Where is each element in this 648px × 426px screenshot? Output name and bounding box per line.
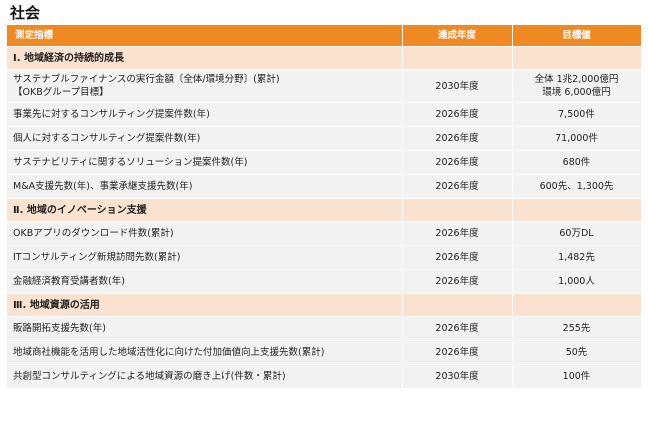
metric-target: 680件 <box>512 150 642 175</box>
metric-year: 2026年度 <box>402 102 513 127</box>
section-title: Ⅲ. 地域資源の活用 <box>7 293 403 317</box>
table-row: 共創型コンサルティングによる地域資源の磨き上げ(件数・累計) 2030年度 10… <box>7 364 642 389</box>
section-title: Ⅰ. 地域経済の持続的成長 <box>7 46 403 70</box>
metric-name: ITコンサルティング新規訪問先数(累計) <box>7 245 403 270</box>
metric-target-line2: 環境 6,000億円 <box>542 87 611 98</box>
metric-target: 1,482先 <box>512 245 642 270</box>
table-row: 販路開拓支援先数(年) 2026年度 255先 <box>7 316 642 341</box>
metric-name: 事業先に対するコンサルティング提案件数(年) <box>7 102 403 127</box>
page-title: 社会 <box>10 4 41 22</box>
metric-year: 2026年度 <box>402 269 513 294</box>
metric-year: 2026年度 <box>402 221 513 246</box>
section-header: Ⅱ. 地域のイノベーション支援 <box>7 198 642 222</box>
header-year: 達成年度 <box>402 25 513 47</box>
metric-year: 2026年度 <box>402 174 513 199</box>
metric-target: 50先 <box>512 340 642 365</box>
section-header: Ⅰ. 地域経済の持続的成長 <box>7 46 642 70</box>
metric-year: 2026年度 <box>402 316 513 341</box>
metric-year: 2026年度 <box>402 150 513 175</box>
metric-year: 2026年度 <box>402 126 513 151</box>
table-row: サステナブルファイナンスの実行金額〔全体/環境分野〕(累計) 【OKBグループ目… <box>7 69 642 103</box>
table-row: M&A支援先数(年)、事業承継支援先数(年) 2026年度 600先、1,300… <box>7 174 642 199</box>
metric-year: 2026年度 <box>402 245 513 270</box>
table-row: OKBアプリのダウンロード件数(累計) 2026年度 60万DL <box>7 221 642 246</box>
metric-name: 共創型コンサルティングによる地域資源の磨き上げ(件数・累計) <box>7 364 403 389</box>
section-header: Ⅲ. 地域資源の活用 <box>7 293 642 317</box>
metric-name: OKBアプリのダウンロード件数(累計) <box>7 221 403 246</box>
metric-target: 100件 <box>512 364 642 389</box>
header-target: 目標値 <box>512 25 642 47</box>
metric-name: 地域商社機能を活用した地域活性化に向けた付加価値向上支援先数(累計) <box>7 340 403 365</box>
metric-name: M&A支援先数(年)、事業承継支援先数(年) <box>7 174 403 199</box>
table-row: 金融経済教育受講者数(年) 2026年度 1,000人 <box>7 269 642 294</box>
header-metric: 測定指標 <box>7 25 403 47</box>
metric-name: サステナビリティに関するソリューション提案件数(年) <box>7 150 403 175</box>
metric-year: 2026年度 <box>402 340 513 365</box>
metric-name: 金融経済教育受講者数(年) <box>7 269 403 294</box>
metric-target: 7,500件 <box>512 102 642 127</box>
kpi-table: 測定指標 達成年度 目標値 Ⅰ. 地域経済の持続的成長 サステナブルファイナンス… <box>7 25 642 389</box>
metric-name-line2: 【OKBグループ目標】 <box>13 87 109 98</box>
table-row: 事業先に対するコンサルティング提案件数(年) 2026年度 7,500件 <box>7 102 642 127</box>
metric-target: 600先、1,300先 <box>512 174 642 199</box>
metric-target: 71,000件 <box>512 126 642 151</box>
metric-target: 255先 <box>512 316 642 341</box>
table-row: 個人に対するコンサルティング提案件数(年) 2026年度 71,000件 <box>7 126 642 151</box>
table-row: 地域商社機能を活用した地域活性化に向けた付加価値向上支援先数(累計) 2026年… <box>7 340 642 365</box>
metric-name-line1: サステナブルファイナンスの実行金額〔全体/環境分野〕(累計) <box>13 74 280 85</box>
metric-name: 個人に対するコンサルティング提案件数(年) <box>7 126 403 151</box>
table-row: ITコンサルティング新規訪問先数(累計) 2026年度 1,482先 <box>7 245 642 270</box>
section-title: Ⅱ. 地域のイノベーション支援 <box>7 198 403 222</box>
metric-year: 2030年度 <box>402 364 513 389</box>
table-header-row: 測定指標 達成年度 目標値 <box>7 25 642 47</box>
table-row: サステナビリティに関するソリューション提案件数(年) 2026年度 680件 <box>7 150 642 175</box>
metric-target: 全体 1兆2,000億円 環境 6,000億円 <box>512 69 642 103</box>
metric-target: 60万DL <box>512 221 642 246</box>
metric-name: 販路開拓支援先数(年) <box>7 316 403 341</box>
metric-target-line1: 全体 1兆2,000億円 <box>534 74 619 85</box>
metric-name: サステナブルファイナンスの実行金額〔全体/環境分野〕(累計) 【OKBグループ目… <box>7 69 403 103</box>
metric-year: 2030年度 <box>402 69 513 103</box>
metric-target: 1,000人 <box>512 269 642 294</box>
